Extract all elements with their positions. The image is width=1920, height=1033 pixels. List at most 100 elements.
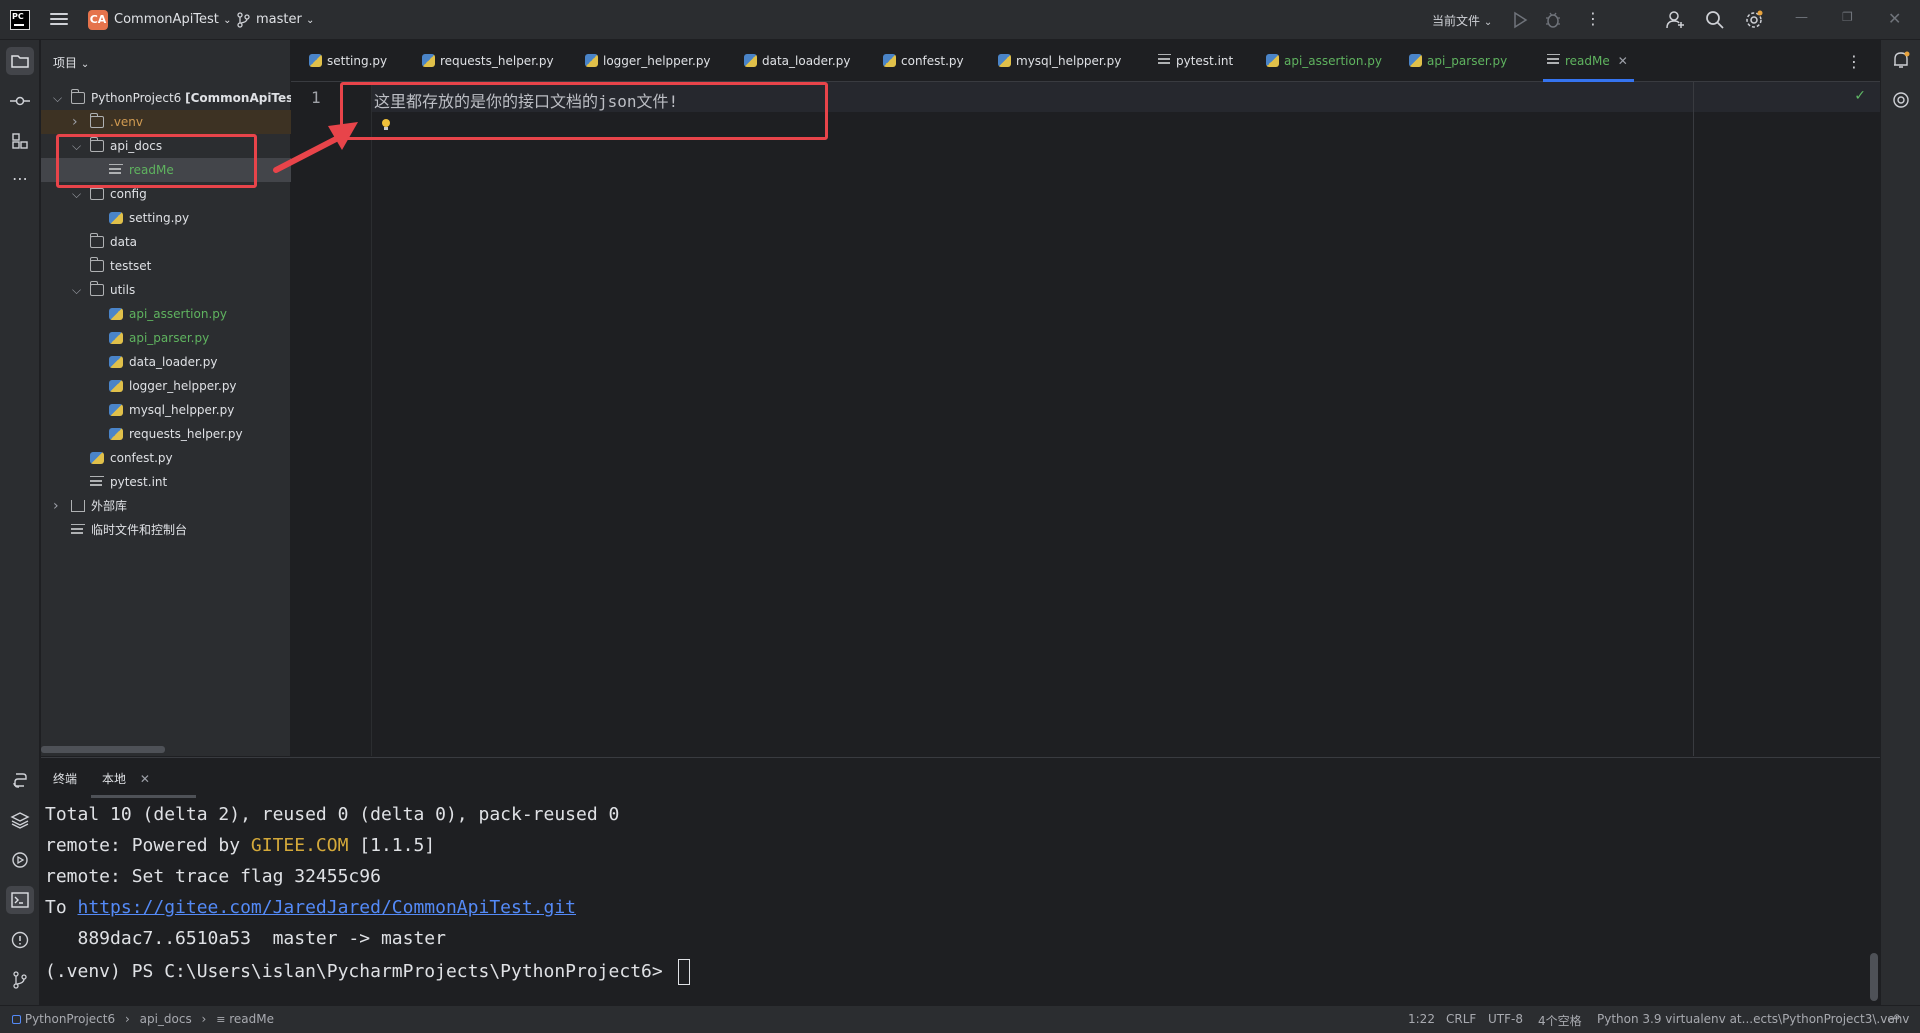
right-margin-guide [1693, 82, 1694, 756]
terminal-cursor [677, 959, 690, 985]
editor-tab[interactable]: data_loader.py [740, 40, 850, 82]
python-file-icon [309, 54, 322, 67]
annotation-arrow [273, 122, 358, 173]
repo-link[interactable]: https://gitee.com/JaredJared/CommonApiTe… [78, 897, 577, 918]
tree-item[interactable]: confest.py [41, 446, 291, 470]
chevron-down-icon[interactable]: ⌵ [72, 278, 82, 302]
vertical-scrollbar[interactable] [1870, 953, 1878, 1001]
folder-icon [90, 233, 104, 248]
branch-switcher[interactable]: master ⌄ [256, 12, 314, 27]
settings-gear-icon[interactable] [1744, 10, 1764, 30]
close-window-icon[interactable]: ✕ [1888, 10, 1901, 30]
tree-item[interactable]: data_loader.py [41, 350, 291, 374]
editor-tab[interactable]: api_parser.py [1405, 40, 1507, 82]
more-tabs-icon[interactable]: ⋮ [1846, 52, 1862, 71]
close-tab-icon[interactable]: ✕ [1618, 40, 1628, 82]
project-badge[interactable]: CA [88, 10, 108, 30]
git-branch-icon [237, 12, 250, 28]
tree-item[interactable]: api_parser.py [41, 326, 291, 350]
git-button[interactable] [6, 966, 34, 994]
project-panel-title[interactable]: 项目 ⌄ [53, 54, 89, 71]
annotation-box-editor [340, 82, 828, 140]
terminal-tool-button[interactable] [6, 886, 34, 914]
chevron-right-icon[interactable]: › [72, 110, 82, 134]
tree-item[interactable]: › .venv [41, 110, 291, 134]
tree-item[interactable]: mysql_helpper.py [41, 398, 291, 422]
title-bar: PC CA CommonApiTest ⌄ master ⌄ 当前文件 ⌄ ⋮ … [0, 0, 1920, 40]
problems-icon [11, 931, 29, 949]
run-config-selector[interactable]: 当前文件 ⌄ [1432, 12, 1492, 32]
structure-tool-button[interactable] [6, 127, 34, 155]
terminal-prompt[interactable]: (.venv) PS C:\Users\islan\PycharmProject… [45, 959, 690, 985]
tree-item[interactable]: › 外部库 [41, 494, 291, 518]
ai-assistant-icon[interactable] [1891, 90, 1911, 110]
folder-icon [71, 89, 85, 104]
file-encoding[interactable]: UTF-8 [1488, 1012, 1523, 1026]
chevron-right-icon: › [124, 1012, 130, 1026]
more-actions-icon[interactable]: ⋮ [1585, 10, 1601, 30]
python-packages-button[interactable] [6, 806, 34, 834]
debug-icon[interactable] [1544, 10, 1562, 30]
add-user-icon[interactable] [1666, 10, 1686, 30]
restore-icon[interactable]: ❐ [1842, 10, 1853, 30]
more-tools-icon[interactable]: ⋯ [6, 167, 34, 195]
editor-tab[interactable]: requests_helper.py [418, 40, 554, 82]
chevron-right-icon[interactable]: › [53, 494, 63, 518]
commit-tool-button[interactable] [6, 87, 34, 115]
chevron-down-icon: ⌄ [223, 15, 232, 26]
tree-item[interactable]: api_assertion.py [41, 302, 291, 326]
editor-tab[interactable]: readMe ✕ [1543, 40, 1634, 82]
editor-tab[interactable]: mysql_helpper.py [994, 40, 1121, 82]
tree-item[interactable]: setting.py [41, 206, 291, 230]
tree-item[interactable]: data [41, 230, 291, 254]
python-file-icon [109, 332, 123, 344]
editor-tab[interactable]: setting.py [305, 40, 387, 82]
main-menu-icon[interactable] [50, 10, 68, 30]
tree-item-label: logger_helpper.py [129, 379, 237, 393]
chevron-down-icon[interactable]: ⌵ [53, 86, 63, 110]
tab-local[interactable]: 本地 ✕ [102, 770, 150, 787]
horizontal-scrollbar[interactable] [41, 746, 165, 753]
editor-tab[interactable]: pytest.int [1154, 40, 1233, 82]
checkmark-icon[interactable]: ✓ [1854, 88, 1866, 104]
search-icon[interactable] [1705, 10, 1725, 30]
breadcrumb-item[interactable]: readMe [229, 1012, 274, 1026]
line-separator[interactable]: CRLF [1446, 1012, 1476, 1026]
editor-tab-label: api_parser.py [1427, 54, 1508, 68]
code-editor[interactable]: 1 这里都存放的是你的接口文档的json文件! ✓ [291, 82, 1880, 756]
editor-tab-label: api_assertion.py [1284, 54, 1382, 68]
tree-item-label: testset [110, 259, 152, 273]
python-file-icon [109, 308, 123, 320]
python-console-button[interactable] [6, 766, 34, 794]
tree-item[interactable]: requests_helper.py [41, 422, 291, 446]
problems-button[interactable] [6, 926, 34, 954]
editor-tab[interactable]: api_assertion.py [1262, 40, 1382, 82]
notifications-bell-icon[interactable] [1891, 50, 1911, 70]
scratch-icon [71, 524, 85, 536]
editor-tab[interactable]: confest.py [879, 40, 964, 82]
python-file-icon [744, 54, 757, 67]
tree-item[interactable]: pytest.int [41, 470, 291, 494]
python-interpreter[interactable]: Python 3.9 virtualenv at...ects\PythonPr… [1597, 1012, 1909, 1026]
tree-item[interactable]: 临时文件和控制台 [41, 518, 291, 542]
run-icon[interactable] [1512, 10, 1528, 30]
editor-tab[interactable]: logger_helpper.py [581, 40, 711, 82]
tree-item[interactable]: testset [41, 254, 291, 278]
tree-item[interactable]: ⌵ utils [41, 278, 291, 302]
services-button[interactable] [6, 846, 34, 874]
close-icon[interactable]: ✕ [140, 772, 150, 786]
breadcrumb-item[interactable]: api_docs [140, 1012, 192, 1026]
indent-setting[interactable]: 4个空格 [1538, 1012, 1582, 1029]
tree-item-label: confest.py [110, 451, 173, 465]
tree-item[interactable]: logger_helpper.py [41, 374, 291, 398]
editor-tab-label: requests_helper.py [440, 54, 554, 68]
python-file-icon [883, 54, 896, 67]
chevron-down-icon: ⌄ [305, 15, 315, 26]
breadcrumb-item[interactable]: PythonProject6 [25, 1012, 115, 1026]
caret-position[interactable]: 1:22 [1408, 1012, 1435, 1026]
minimize-icon[interactable]: — [1795, 10, 1808, 30]
project-tool-button[interactable] [6, 47, 34, 75]
project-switcher[interactable]: CommonApiTest ⌄ [114, 12, 231, 27]
lock-icon[interactable]: ☍ [1888, 1012, 1900, 1026]
tree-item[interactable]: ⌵ PythonProject6 [CommonApiTest] C [41, 86, 291, 110]
